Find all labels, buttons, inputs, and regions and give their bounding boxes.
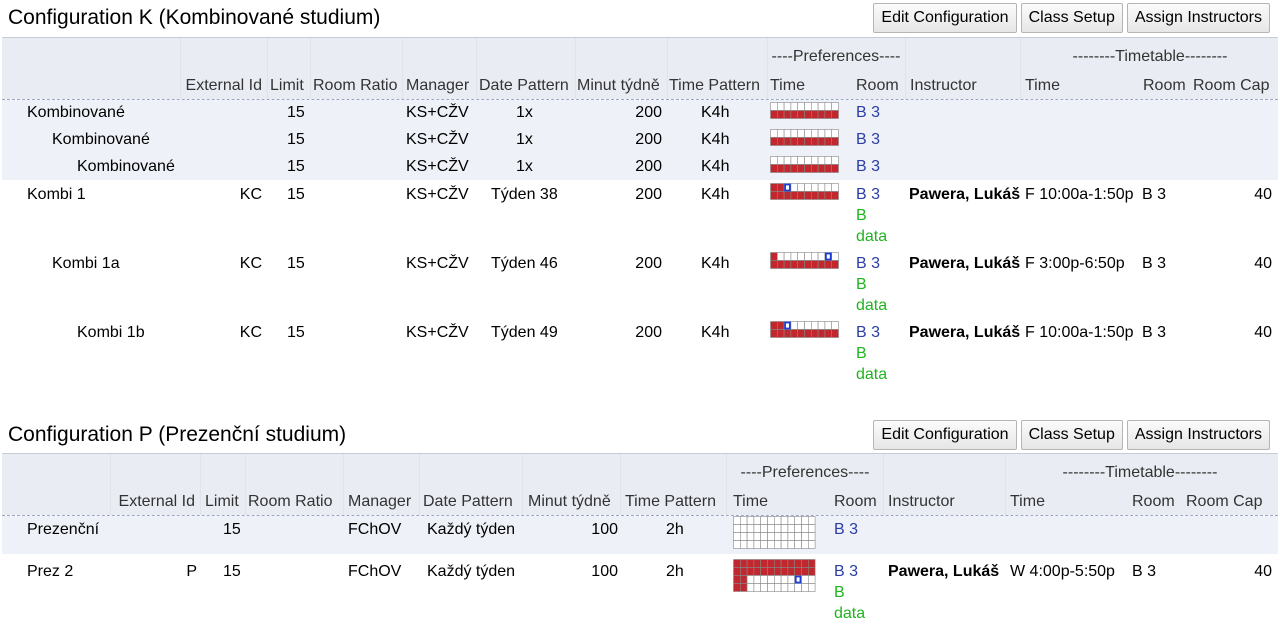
minutes: 100 (591, 521, 618, 538)
time-pattern: 2h (666, 563, 684, 580)
col-external-id[interactable]: External Id (100, 493, 195, 511)
col-pref-time[interactable]: Time (733, 493, 768, 511)
col-room-ratio[interactable]: Room Ratio (248, 493, 332, 511)
room-cap: 40 (1254, 563, 1272, 580)
tt-time: W 4:00p-5:50p (1010, 563, 1115, 580)
pref-room-extra: B (834, 584, 845, 601)
col-pref-room[interactable]: Room (834, 493, 877, 511)
tt-room: B 3 (1132, 563, 1157, 580)
pref-room[interactable]: B 3 (834, 521, 858, 539)
col-manager[interactable]: Manager (348, 493, 411, 511)
time-preference-grid-icon[interactable] (733, 516, 817, 550)
external-id: P (186, 563, 197, 580)
col-tt-time[interactable]: Time (1010, 493, 1045, 511)
time-preference-grid-icon[interactable] (733, 559, 817, 593)
pref-room-extra: data (834, 605, 866, 622)
col-instructor[interactable]: Instructor (888, 493, 955, 511)
time-pattern: 2h (666, 521, 684, 538)
subpart-group-shade (2, 516, 1278, 554)
pref-room[interactable]: B 3 (834, 563, 858, 581)
col-date-pattern[interactable]: Date Pattern (423, 493, 513, 511)
class-name[interactable]: Prezenční (27, 521, 99, 539)
limit: 15 (223, 521, 241, 538)
timetable-header: --------Timetable-------- (1062, 464, 1218, 481)
edit-configuration-button[interactable]: Edit Configuration (873, 420, 1017, 450)
col-limit[interactable]: Limit (205, 493, 239, 511)
config-title: Configuration P (Prezenční studium) (8, 423, 347, 446)
minutes: 100 (591, 563, 618, 580)
col-tt-room[interactable]: Room (1132, 493, 1175, 511)
preferences-header: ----Preferences---- (740, 464, 870, 481)
manager: FChOV (348, 563, 402, 580)
assign-instructors-button[interactable]: Assign Instructors (1126, 420, 1270, 450)
config-buttons: Edit Configuration Class Setup Assign In… (873, 420, 1270, 450)
date-pattern: Každý týden (427, 563, 516, 580)
instructor[interactable]: Pawera, Lukáš (888, 563, 999, 581)
config-p-section: Configuration P (Prezenční studium) Edit… (0, 0, 1280, 628)
date-pattern: Každý týden (427, 521, 516, 538)
manager: FChOV (348, 521, 402, 538)
limit: 15 (223, 563, 241, 580)
col-room-cap[interactable]: Room Cap (1186, 493, 1262, 511)
col-minut-tydne[interactable]: Minut týdně (528, 493, 611, 511)
class-name[interactable]: Prez 2 (27, 563, 73, 581)
class-setup-button[interactable]: Class Setup (1020, 420, 1123, 450)
col-time-pattern[interactable]: Time Pattern (625, 493, 716, 511)
